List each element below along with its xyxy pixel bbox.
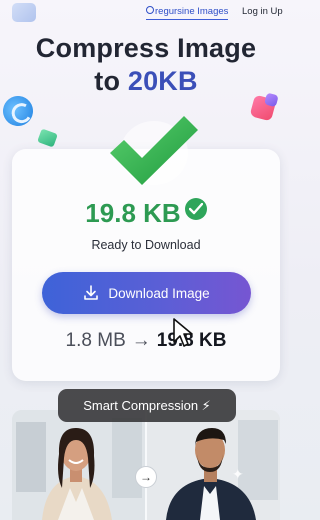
before-after-preview: → — [12, 410, 280, 520]
after-photo — [146, 410, 280, 520]
page-title: Compress Image to 20KB — [0, 32, 292, 98]
login-link[interactable]: Log in Up — [242, 6, 283, 17]
download-icon — [84, 285, 99, 300]
size-comparison: 1.8 MB → 19.8 KB — [0, 330, 292, 352]
search-icon — [146, 6, 154, 14]
sparkle-icon: ✦ — [232, 466, 244, 482]
title-line-2: to 20KB — [0, 65, 292, 98]
cursor-icon — [173, 318, 193, 347]
decorative-shapes-icon — [249, 94, 277, 122]
nav-search-label: regursine Images — [155, 6, 229, 17]
decorative-refresh-icon — [0, 92, 37, 130]
decorative-cube-icon — [37, 128, 58, 148]
top-navigation: regursine Images Log in Up — [0, 0, 292, 26]
compressed-size-display: 19.8 KB — [0, 198, 292, 228]
compressed-size-value: 19.8 KB — [85, 198, 181, 228]
download-status-text: Ready to Download — [91, 238, 201, 252]
download-button-label: Download Image — [108, 285, 210, 301]
title-line-1: Compress Image — [35, 33, 257, 63]
comparison-slider-handle[interactable]: → — [135, 466, 157, 488]
checkmark-icon — [110, 116, 198, 185]
before-photo — [12, 410, 146, 520]
logo-icon[interactable] — [12, 3, 36, 22]
title-accent: 20KB — [127, 66, 198, 96]
arrow-right-icon: → — [131, 330, 151, 351]
download-image-button[interactable]: Download Image — [42, 272, 251, 314]
nav-search-images-link[interactable]: regursine Images — [146, 6, 229, 20]
smart-compression-badge: Smart Compression ⚡ — [58, 389, 236, 422]
check-badge-icon — [184, 198, 207, 220]
original-size: 1.8 MB — [65, 330, 126, 351]
title-prefix: to — [94, 66, 128, 96]
comparison-divider[interactable] — [145, 410, 147, 520]
